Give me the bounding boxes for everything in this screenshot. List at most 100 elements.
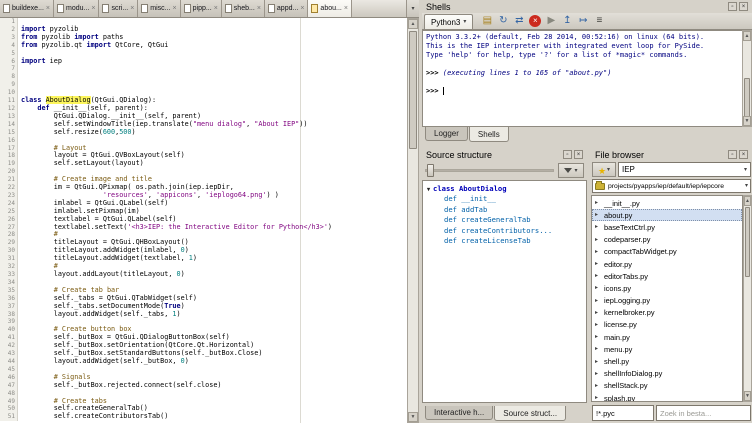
file-list[interactable]: __init__.pyabout.pybaseTextCtrl.pycodepa… (591, 195, 743, 402)
scroll-down-icon[interactable] (408, 412, 418, 422)
structure-item-def[interactable]: def createGeneralTab (424, 215, 585, 226)
tab-close-icon[interactable] (257, 5, 261, 12)
file-row[interactable]: codeparser.py (592, 234, 742, 246)
editor-tab[interactable]: appd... (265, 0, 309, 17)
expand-icon[interactable] (595, 395, 601, 401)
bookmarks-button[interactable] (592, 162, 616, 177)
tab-close-icon[interactable] (46, 5, 50, 12)
expand-icon[interactable] (595, 285, 601, 291)
structure-item-def[interactable]: def createLicenseTab (424, 236, 585, 247)
tab-close-icon[interactable] (344, 5, 348, 12)
shell-scrollbar[interactable] (742, 30, 752, 127)
terminate-shell-icon[interactable]: × (529, 15, 541, 27)
shell-tab-python3[interactable]: Python3 (424, 14, 473, 29)
structure-item-def[interactable]: def __init__ (424, 194, 585, 205)
expand-icon[interactable] (595, 224, 601, 230)
tab-close-icon[interactable] (130, 5, 134, 12)
expand-icon[interactable] (595, 200, 601, 206)
file-row[interactable]: splash.py (592, 392, 742, 402)
tab-close-icon[interactable] (173, 5, 177, 12)
editor-tab[interactable]: misc... (138, 0, 180, 17)
clear-screen-icon[interactable]: ⇄ (513, 15, 525, 27)
structure-item-def[interactable]: def createContributors... (424, 225, 585, 236)
file-row[interactable]: editor.py (592, 258, 742, 270)
float-icon[interactable] (728, 2, 737, 11)
file-row[interactable]: icons.py (592, 282, 742, 294)
project-selector[interactable]: IEP (618, 162, 751, 177)
shell-menu-icon[interactable]: ≡ (593, 15, 605, 27)
scrollbar-thumb[interactable] (744, 78, 750, 118)
expand-icon[interactable] (595, 359, 601, 365)
file-row[interactable]: iepLogging.py (592, 295, 742, 307)
scroll-up-icon[interactable] (408, 19, 418, 29)
file-row[interactable]: main.py (592, 331, 742, 343)
search-files-input[interactable] (656, 405, 751, 421)
tab-list-button[interactable] (406, 0, 419, 17)
editor-tab[interactable]: abou... (308, 0, 352, 17)
path-combobox[interactable]: projects/pyapps/iep/default/iep/iepcore (592, 179, 751, 193)
editor-tab[interactable]: pipp... (181, 0, 222, 17)
editor-scrollbar[interactable] (407, 18, 419, 423)
scroll-up-icon[interactable] (743, 31, 751, 41)
structure-filter-button[interactable] (558, 163, 584, 178)
dock-tab-logger[interactable]: Logger (425, 127, 468, 141)
editor-tab[interactable]: buildexe... (0, 0, 54, 17)
close-icon[interactable] (739, 150, 748, 159)
source-structure-tree[interactable]: class AboutDialogdef __init__def addTabd… (422, 180, 587, 403)
close-icon[interactable] (739, 2, 748, 11)
shell-options-icon[interactable]: ▤ (481, 15, 493, 27)
scrollbar-thumb[interactable] (745, 207, 750, 277)
file-row[interactable]: compactTabWidget.py (592, 246, 742, 258)
file-row[interactable]: license.py (592, 319, 742, 331)
expand-icon[interactable] (595, 383, 601, 389)
restart-shell-icon[interactable]: ↻ (497, 15, 509, 27)
expand-icon[interactable] (595, 212, 601, 218)
run-icon[interactable]: ▶ (545, 15, 557, 27)
tab-close-icon[interactable] (214, 5, 218, 12)
filename-filter-input[interactable] (592, 405, 654, 421)
collapse-icon[interactable] (424, 184, 433, 193)
file-row[interactable]: shellInfoDialog.py (592, 368, 742, 380)
expand-icon[interactable] (595, 249, 601, 255)
scroll-down-icon[interactable] (743, 116, 751, 126)
file-row[interactable]: about.py (592, 209, 742, 221)
structure-item-class[interactable]: class AboutDialog (424, 183, 585, 194)
tab-close-icon[interactable] (91, 5, 95, 12)
dock-tab-interactiveh[interactable]: Interactive h... (425, 406, 493, 420)
expand-icon[interactable] (595, 298, 601, 304)
expand-icon[interactable] (595, 371, 601, 377)
editor-tab[interactable]: sheb... (222, 0, 265, 17)
file-row[interactable]: shellStack.py (592, 380, 742, 392)
expand-icon[interactable] (595, 310, 601, 316)
code-editor[interactable]: 12import pyzolib3from pyzolib import pat… (0, 18, 407, 423)
expand-icon[interactable] (595, 273, 601, 279)
editor-tab[interactable]: scri... (99, 0, 138, 17)
scrollbar-thumb[interactable] (409, 31, 417, 149)
float-icon[interactable] (563, 150, 572, 159)
tab-close-icon[interactable] (300, 5, 304, 12)
expand-icon[interactable] (595, 346, 601, 352)
file-row[interactable]: shell.py (592, 355, 742, 367)
expand-icon[interactable] (595, 322, 601, 328)
dock-tab-sourcestruct[interactable]: Source struct... (494, 406, 566, 421)
file-row[interactable]: __init__.py (592, 197, 742, 209)
file-row[interactable]: kernelbroker.py (592, 307, 742, 319)
file-row[interactable]: editorTabs.py (592, 270, 742, 282)
expand-icon[interactable] (595, 334, 601, 340)
dock-tab-shells[interactable]: Shells (469, 127, 509, 142)
slider-handle[interactable] (427, 164, 434, 177)
float-icon[interactable] (728, 150, 737, 159)
file-row[interactable]: menu.py (592, 343, 742, 355)
depth-slider[interactable] (425, 164, 554, 177)
close-icon[interactable] (574, 150, 583, 159)
editor-tab[interactable]: modu... (54, 0, 99, 17)
file-row[interactable]: baseTextCtrl.py (592, 221, 742, 233)
structure-item-def[interactable]: def addTab (424, 204, 585, 215)
shell-output[interactable]: Python 3.3.2+ (default, Feb 28 2014, 00:… (422, 30, 742, 127)
scroll-up-icon[interactable] (744, 196, 751, 206)
step-up-icon[interactable]: ↥ (561, 15, 573, 27)
scroll-down-icon[interactable] (744, 391, 751, 401)
step-over-icon[interactable]: ↦ (577, 15, 589, 27)
expand-icon[interactable] (595, 237, 601, 243)
expand-icon[interactable] (595, 261, 601, 267)
